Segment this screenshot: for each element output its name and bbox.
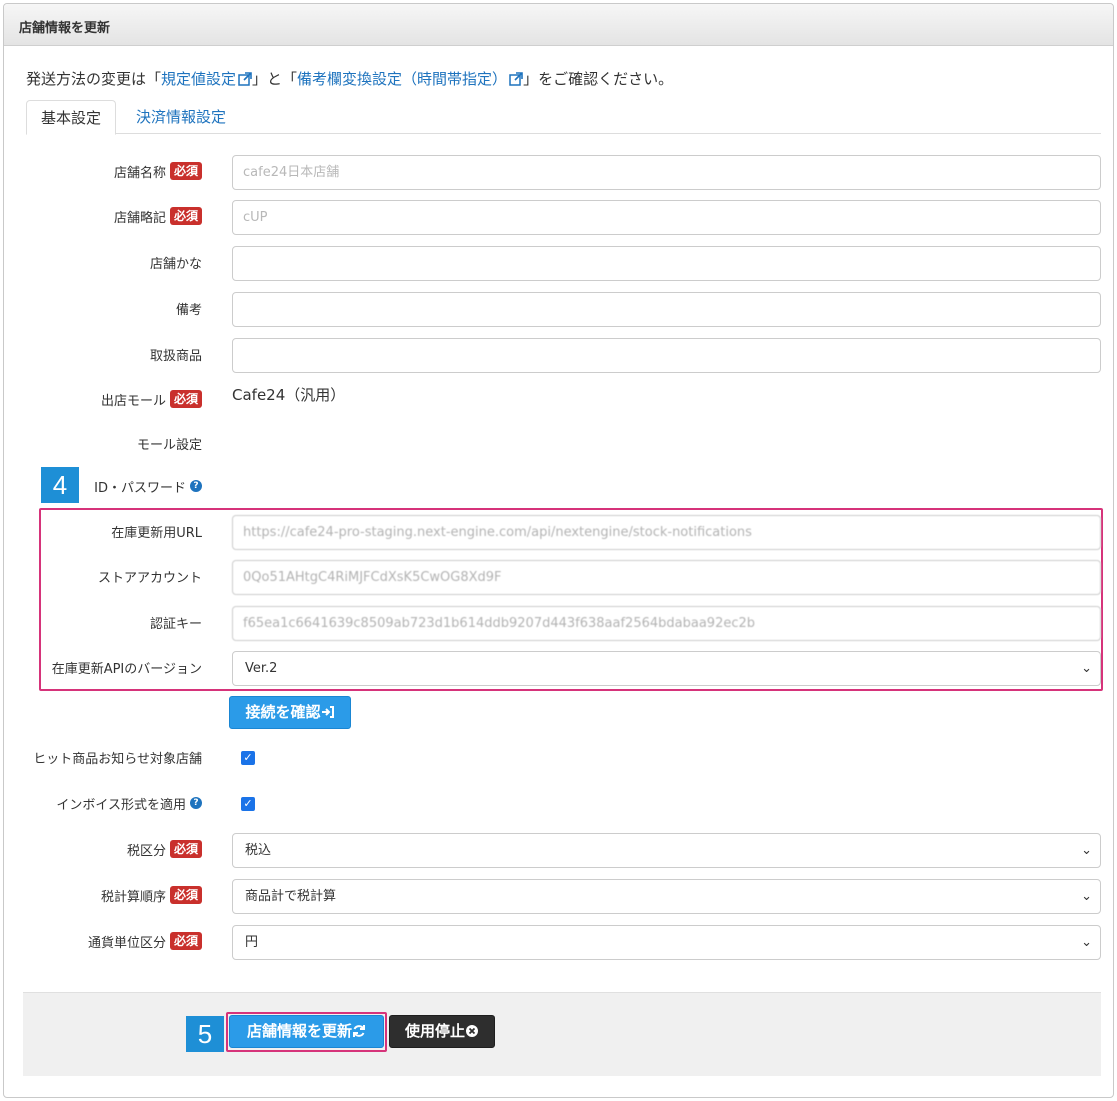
shop-name-label: 店舗名称 必須 <box>114 161 202 181</box>
tab-payment-settings[interactable]: 決済情報設定 <box>122 100 240 135</box>
stop-use-label: 使用停止 <box>404 1022 465 1040</box>
tax-type-label-text: 税区分 <box>126 843 166 859</box>
panel-title: 店舗情報を更新 <box>19 21 111 36</box>
stock-url-label-text: 在庫更新用URL <box>111 525 202 541</box>
auth-key-label: 認証キー <box>150 612 202 632</box>
chevron-down-icon: ⌄ <box>1081 935 1092 950</box>
tax-order-label-text: 税計算順序 <box>100 889 166 905</box>
api-version-label-text: 在庫更新APIのバージョン <box>51 661 202 677</box>
api-version-select[interactable]: Ver.2 ⌄ <box>232 651 1101 686</box>
required-badge: 必須 <box>169 162 202 180</box>
shop-name-input[interactable]: cafe24日本店舗 <box>232 155 1101 190</box>
form-footer <box>23 992 1101 1076</box>
default-settings-link-label: 規定値設定 <box>161 70 237 88</box>
remarks-label: 備考 <box>176 298 202 318</box>
invoice-label-text: インボイス形式を適用 <box>56 797 186 813</box>
stock-url-input[interactable]: https://cafe24-pro-staging.next-engine.c… <box>232 515 1101 550</box>
remarks-input[interactable] <box>232 292 1101 327</box>
hit-notify-label: ヒット商品お知らせ対象店舗 <box>33 747 202 767</box>
required-badge: 必須 <box>169 390 202 408</box>
products-input[interactable] <box>232 338 1101 373</box>
settings-tabs: 基本設定 決済情報設定 <box>26 100 1101 135</box>
remarks-label-text: 備考 <box>175 302 202 318</box>
sign-in-icon <box>321 706 334 718</box>
step-4-badge: 4 <box>41 467 79 503</box>
help-icon[interactable]: ? <box>190 480 202 492</box>
currency-select[interactable]: 円 ⌄ <box>232 925 1101 960</box>
api-version-label: 在庫更新APIのバージョン <box>52 657 202 677</box>
help-icon[interactable]: ? <box>190 797 202 809</box>
shop-kana-input[interactable] <box>232 246 1101 281</box>
shipping-notice: 発送方法の変更は「規定値設定 」と「備考欄変換設定（時間帯指定） 」をご確認ください… <box>26 68 673 89</box>
auth-key-input[interactable]: f65ea1c6641639c8509ab723d1b614ddb9207d44… <box>232 606 1101 641</box>
currency-label-text: 通貨単位区分 <box>87 935 166 951</box>
mall-value: Cafe24（汎用） <box>232 386 346 404</box>
stock-url-label: 在庫更新用URL <box>111 521 202 541</box>
panel-header: 店舗情報を更新 <box>4 4 1113 46</box>
mall-settings-label-text: モール設定 <box>136 437 202 453</box>
tab-basic-settings[interactable]: 基本設定 <box>26 100 117 135</box>
currency-value: 円 <box>245 935 259 950</box>
check-connection-button[interactable]: 接続を確認 <box>229 696 351 729</box>
mall-label-text: 出店モール <box>100 393 166 409</box>
invoice-label: インボイス形式を適用 ? <box>56 793 202 813</box>
tax-order-label: 税計算順序 必須 <box>101 885 202 905</box>
update-shop-panel: 店舗情報を更新 発送方法の変更は「規定値設定 」と「備考欄変換設定（時間帯指定） 」… <box>3 3 1114 1098</box>
hit-notify-checkbox[interactable]: ✓ <box>241 751 255 765</box>
id-password-label: ID・パスワード ? <box>94 476 202 496</box>
external-link-icon <box>509 72 523 86</box>
currency-label: 通貨単位区分 必須 <box>88 931 202 951</box>
close-circle-icon <box>466 1025 478 1037</box>
shop-name-label-text: 店舗名称 <box>113 165 166 181</box>
invoice-checkbox[interactable]: ✓ <box>241 797 255 811</box>
tax-order-value: 商品計で税計算 <box>245 889 337 904</box>
store-account-input[interactable]: 0Qo51AHtgC4RiMJFCdXsK5CwOG8Xd9F <box>232 560 1101 595</box>
mall-label: 出店モール 必須 <box>101 389 202 409</box>
chevron-down-icon: ⌄ <box>1081 889 1092 904</box>
update-shop-button[interactable]: 店舗情報を更新 <box>229 1015 384 1048</box>
update-shop-label: 店舗情報を更新 <box>246 1022 352 1040</box>
shop-abbr-label: 店舗略記 必須 <box>114 206 202 226</box>
id-password-label-text: ID・パスワード <box>94 480 186 496</box>
step-5-badge: 5 <box>186 1016 224 1052</box>
required-badge: 必須 <box>169 886 202 904</box>
hit-notify-label-text: ヒット商品お知らせ対象店舗 <box>33 751 202 767</box>
tax-type-label: 税区分 必須 <box>127 839 202 859</box>
remarks-conversion-link-label: 備考欄変換設定（時間帯指定） <box>297 70 508 88</box>
auth-key-label-text: 認証キー <box>149 616 202 632</box>
refresh-icon <box>353 1025 365 1037</box>
mall-settings-label: モール設定 <box>137 433 202 453</box>
store-account-label-text: ストアアカウント <box>97 570 202 586</box>
required-badge: 必須 <box>169 207 202 225</box>
default-settings-link[interactable]: 規定値設定 <box>161 70 252 88</box>
api-version-value: Ver.2 <box>245 661 278 676</box>
external-link-icon <box>238 72 252 86</box>
chevron-down-icon: ⌄ <box>1081 661 1092 676</box>
products-label: 取扱商品 <box>150 344 202 364</box>
notice-middle: 」と「 <box>252 70 298 88</box>
shop-kana-label: 店舗かな <box>150 252 202 272</box>
shop-abbr-label-text: 店舗略記 <box>113 210 166 226</box>
tax-type-select[interactable]: 税込 ⌄ <box>232 833 1101 868</box>
notice-suffix: 」をご確認ください。 <box>523 70 674 88</box>
check-connection-label: 接続を確認 <box>245 703 321 721</box>
required-badge: 必須 <box>169 840 202 858</box>
chevron-down-icon: ⌄ <box>1081 843 1092 858</box>
stop-use-button[interactable]: 使用停止 <box>389 1015 495 1048</box>
tax-type-value: 税込 <box>245 843 272 858</box>
products-label-text: 取扱商品 <box>149 348 202 364</box>
store-account-label: ストアアカウント <box>98 566 202 586</box>
tax-order-select[interactable]: 商品計で税計算 ⌄ <box>232 879 1101 914</box>
shop-kana-label-text: 店舗かな <box>149 256 202 272</box>
shop-abbr-input[interactable]: cUP <box>232 200 1101 235</box>
remarks-conversion-link[interactable]: 備考欄変換設定（時間帯指定） <box>297 70 523 88</box>
notice-prefix: 発送方法の変更は「 <box>26 70 162 88</box>
required-badge: 必須 <box>169 932 202 950</box>
